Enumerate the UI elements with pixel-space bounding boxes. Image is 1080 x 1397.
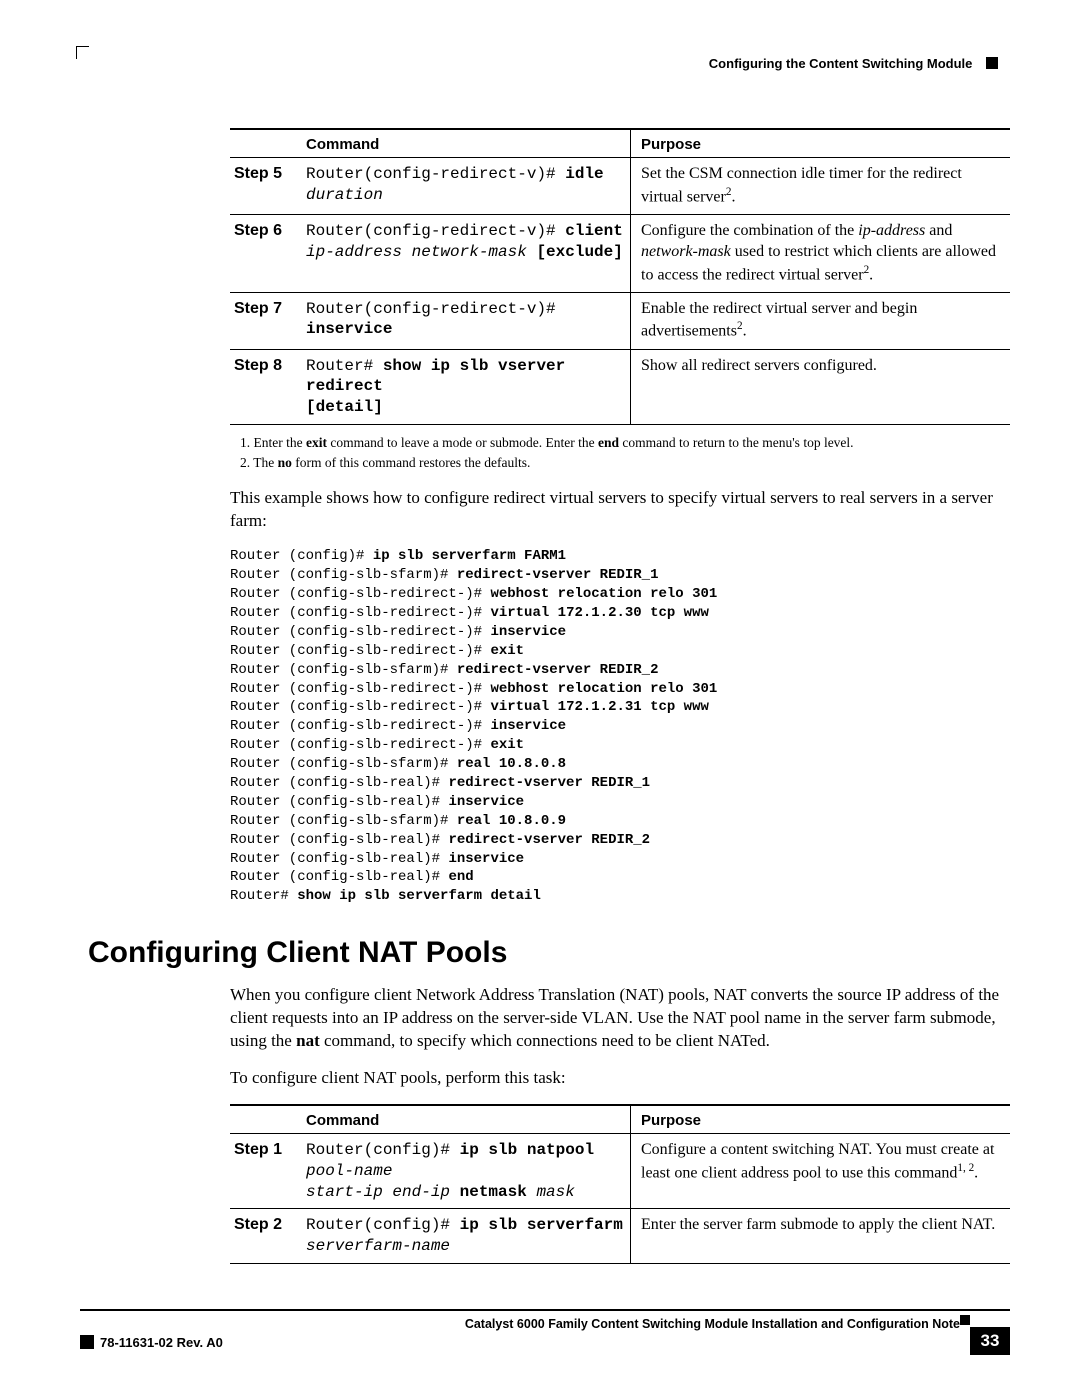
- purpose-cell: Set the CSM connection idle timer for th…: [631, 158, 1011, 215]
- table-row: Step 7 Router(config-redirect-v)# inserv…: [230, 292, 1010, 349]
- step-label: Step 2: [230, 1209, 302, 1264]
- example-block: Router (config)# ip slb serverfarm FARM1…: [230, 547, 1010, 906]
- page: Configuring the Content Switching Module…: [0, 0, 1080, 1397]
- col-step: [230, 129, 302, 158]
- table-row: Step 5 Router(config-redirect-v)# idle d…: [230, 158, 1010, 215]
- page-number: 33: [970, 1327, 1010, 1355]
- purpose-cell: Enable the redirect virtual server and b…: [631, 292, 1011, 349]
- footnote-1: 1. Enter the exit command to leave a mod…: [240, 433, 1010, 453]
- table-row: Step 8 Router# show ip slb vserver redir…: [230, 349, 1010, 424]
- col-command: Command: [302, 1105, 631, 1134]
- step-label: Step 6: [230, 214, 302, 292]
- body-paragraph: To configure client NAT pools, perform t…: [230, 1067, 1010, 1090]
- procedure-table-2: Command Purpose Step 1 Router(config)# i…: [230, 1104, 1010, 1264]
- table-row: Step 2 Router(config)# ip slb serverfarm…: [230, 1209, 1010, 1264]
- table-row: Step 6 Router(config-redirect-v)# client…: [230, 214, 1010, 292]
- step-label: Step 8: [230, 349, 302, 424]
- step-label: Step 5: [230, 158, 302, 215]
- command-cell: Router(config-redirect-v)# inservice: [302, 292, 631, 349]
- footer-title: Catalyst 6000 Family Content Switching M…: [465, 1317, 960, 1331]
- command-cell: Router(config-redirect-v)# idle duration: [302, 158, 631, 215]
- section-heading: Configuring Client NAT Pools: [88, 936, 1010, 970]
- command-cell: Router# show ip slb vserver redirect [de…: [302, 349, 631, 424]
- page-footer: Catalyst 6000 Family Content Switching M…: [80, 1309, 1010, 1357]
- body-paragraph: When you configure client Network Addres…: [230, 984, 1010, 1053]
- col-purpose: Purpose: [631, 1105, 1011, 1134]
- command-cell: Router(config)# ip slb natpool pool-name…: [302, 1134, 631, 1209]
- crop-mark: [76, 46, 89, 59]
- command-cell: Router(config)# ip slb serverfarm server…: [302, 1209, 631, 1264]
- running-header: Configuring the Content Switching Module: [709, 56, 998, 71]
- footer-square-icon: [960, 1315, 970, 1325]
- purpose-cell: Show all redirect servers configured.: [631, 349, 1011, 424]
- footer-bar-icon: [80, 1335, 94, 1349]
- table-footnotes: 1. Enter the exit command to leave a mod…: [240, 433, 1010, 474]
- content-area: Command Purpose Step 5 Router(config-red…: [230, 128, 1010, 1264]
- footer-revision: 78-11631-02 Rev. A0: [80, 1335, 223, 1350]
- purpose-cell: Configure the combination of the ip-addr…: [631, 214, 1011, 292]
- purpose-cell: Enter the server farm submode to apply t…: [631, 1209, 1011, 1264]
- col-command: Command: [302, 129, 631, 158]
- purpose-cell: Configure a content switching NAT. You m…: [631, 1134, 1011, 1209]
- footer-rule: Catalyst 6000 Family Content Switching M…: [80, 1309, 1010, 1357]
- footnote-2: 2. The no form of this command restores …: [240, 453, 1010, 473]
- header-square-icon: [986, 57, 998, 69]
- col-step: [230, 1105, 302, 1134]
- step-label: Step 1: [230, 1134, 302, 1209]
- procedure-table-1: Command Purpose Step 5 Router(config-red…: [230, 128, 1010, 425]
- table-row: Step 1 Router(config)# ip slb natpool po…: [230, 1134, 1010, 1209]
- intro-paragraph: This example shows how to configure redi…: [230, 487, 1010, 533]
- step-label: Step 7: [230, 292, 302, 349]
- col-purpose: Purpose: [631, 129, 1011, 158]
- header-text: Configuring the Content Switching Module: [709, 56, 973, 71]
- command-cell: Router(config-redirect-v)# client ip-add…: [302, 214, 631, 292]
